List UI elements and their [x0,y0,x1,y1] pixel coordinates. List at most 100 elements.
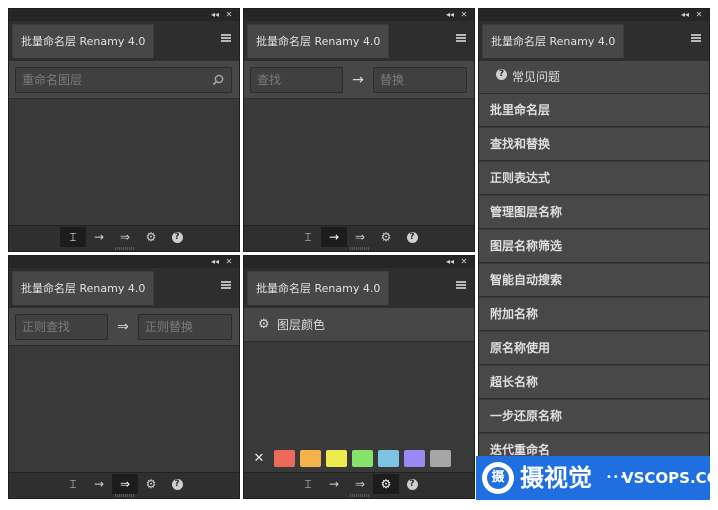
resize-grip[interactable] [350,247,370,250]
arrow-right-icon[interactable]: → [86,474,112,494]
gear-icon[interactable]: ⚙ [138,474,164,494]
toolbar-icons: ⌶ → ⇒ ⚙ ? [60,474,190,494]
arrow-right-icon[interactable]: → [86,227,112,247]
panel-titlebar: ◂◂ ✕ [9,9,239,21]
rename-input-area: 重命名图层 [9,61,239,99]
arrow-right-icon[interactable]: → [321,474,347,494]
help-icon[interactable]: ? [399,474,425,494]
double-arrow-right-icon[interactable]: ⇒ [112,227,138,247]
collapse-button[interactable]: ◂◂ [209,256,221,268]
double-arrow-right-icon[interactable]: ⇒ [347,474,373,494]
close-button[interactable]: ✕ [223,256,235,268]
help-item-batch-rename[interactable]: 批里命名层 [479,94,709,127]
help-item-find-replace[interactable]: 查找和替换 [479,128,709,161]
rename-cursor-icon[interactable]: ⌶ [295,474,321,494]
double-arrow-right-icon[interactable]: ⇒ [347,227,373,247]
arrow-right-icon[interactable]: → [321,227,347,247]
swatch-orange[interactable] [300,449,321,467]
panel-tab[interactable]: 批量命名层 Renamy 4.0 [482,24,625,58]
collapse-button[interactable]: ◂◂ [444,9,456,21]
resize-grip[interactable] [115,247,135,250]
help-icon[interactable]: ? [164,474,190,494]
help-item-long-name[interactable]: 超长名称 [479,366,709,399]
help-item-undo-name[interactable]: 一步还原名称 [479,400,709,433]
swatch-yellow[interactable] [326,449,347,467]
collapse-button[interactable]: ◂◂ [444,256,456,268]
help-icon[interactable]: ? [399,227,425,247]
tab-strip: 批量命名层 Renamy 4.0 [479,21,709,61]
panel-titlebar: ◂◂ ✕ [244,256,474,268]
tab-strip: 批量命名层 Renamy 4.0 [244,21,474,61]
bottom-toolbar: ⌶ → ⇒ ⚙ ? [244,472,474,498]
search-icon[interactable] [212,74,224,86]
close-button[interactable]: ✕ [458,256,470,268]
gear-icon[interactable]: ⚙ [373,474,399,494]
bottom-toolbar: ⌶ → ⇒ ⚙ ? [9,472,239,498]
rename-input[interactable]: 重命名图层 [15,67,232,93]
panel-menu-icon[interactable] [456,34,466,42]
panel-tab[interactable]: 批量命名层 Renamy 4.0 [12,271,155,305]
help-panel: ◂◂ ✕ 批量命名层 Renamy 4.0 ? 常见问题 批里命名层 查找和替换… [478,8,710,499]
gear-icon[interactable]: ⚙ [373,227,399,247]
swatch-red[interactable] [274,449,295,467]
help-icon: ? [496,69,507,80]
regex-area: 正则查找 ⇒ 正则替换 [9,308,239,346]
rename-panel: ◂◂ ✕ 批量命名层 Renamy 4.0 重命名图层 ⌶ → ⇒ ⚙ ? [8,8,240,252]
close-button[interactable]: ✕ [693,9,705,21]
help-glyph: ? [406,479,418,490]
swatch-violet[interactable] [404,449,425,467]
double-arrow-right-icon[interactable]: ⇒ [112,474,138,494]
watermark-logo: 摄 [482,462,514,494]
collapse-button[interactable]: ◂◂ [679,9,691,21]
help-item-append-name[interactable]: 附加名称 [479,298,709,331]
rename-cursor-icon[interactable]: ⌶ [60,227,86,247]
help-item-regex[interactable]: 正则表达式 [479,162,709,195]
bottom-toolbar: ⌶ → ⇒ ⚙ ? [244,225,474,251]
panel-tab[interactable]: 批量命名层 Renamy 4.0 [247,24,390,58]
faq-label: 常见问题 [512,70,561,84]
regex-find-input[interactable]: 正则查找 [15,314,108,340]
replace-input[interactable]: 替换 [373,67,467,93]
watermark-cn-text: 摄视觉 [520,464,592,492]
collapse-button[interactable]: ◂◂ [209,9,221,21]
panel-titlebar: ◂◂ ✕ [9,256,239,268]
help-glyph: ? [171,232,183,243]
regex-replace-input[interactable]: 正则替换 [138,314,232,340]
panel-titlebar: ◂◂ ✕ [479,9,709,21]
swatch-blue[interactable] [378,449,399,467]
help-item-smart-search[interactable]: 智能自动搜索 [479,264,709,297]
find-input[interactable]: 查找 [250,67,343,93]
help-item-original-name[interactable]: 原名称使用 [479,332,709,365]
close-button[interactable]: ✕ [223,9,235,21]
color-swatch-row: ✕ [248,448,451,468]
panel-tab[interactable]: 批量命名层 Renamy 4.0 [12,24,155,58]
help-item-manage-names[interactable]: 管理图层名称 [479,196,709,229]
tab-strip: 批量命名层 Renamy 4.0 [9,21,239,61]
panel-titlebar: ◂◂ ✕ [244,9,474,21]
swatch-green[interactable] [352,449,373,467]
swatch-gray[interactable] [430,449,451,467]
bottom-toolbar: ⌶ → ⇒ ⚙ ? [9,225,239,251]
tab-strip: 批量命名层 Renamy 4.0 [244,268,474,308]
help-icon[interactable]: ? [164,227,190,247]
close-button[interactable]: ✕ [458,9,470,21]
help-glyph: ? [171,479,183,490]
panel-menu-icon[interactable] [221,34,231,42]
toolbar-icons: ⌶ → ⇒ ⚙ ? [295,474,425,494]
watermark-en-text: VSCOPS.COM [622,469,718,487]
resize-grip[interactable] [350,494,370,497]
help-glyph: ? [406,232,418,243]
panel-menu-icon[interactable] [691,34,701,42]
gear-icon[interactable]: ⚙ [138,227,164,247]
rename-cursor-icon[interactable]: ⌶ [60,474,86,494]
rename-cursor-icon[interactable]: ⌶ [295,227,321,247]
faq-header[interactable]: ? 常见问题 [479,61,709,94]
panel-tab[interactable]: 批量命名层 Renamy 4.0 [247,271,390,305]
panel-menu-icon[interactable] [456,281,466,289]
resize-grip[interactable] [115,494,135,497]
toolbar-icons: ⌶ → ⇒ ⚙ ? [295,227,425,247]
clear-color-button[interactable]: ✕ [248,451,270,466]
help-item-name-filter[interactable]: 图层名称筛选 [479,230,709,263]
panel-menu-icon[interactable] [221,281,231,289]
layer-color-panel: ◂◂ ✕ 批量命名层 Renamy 4.0 ⚙ 图层颜色 ✕ ⌶ → ⇒ ⚙ ? [243,255,475,499]
